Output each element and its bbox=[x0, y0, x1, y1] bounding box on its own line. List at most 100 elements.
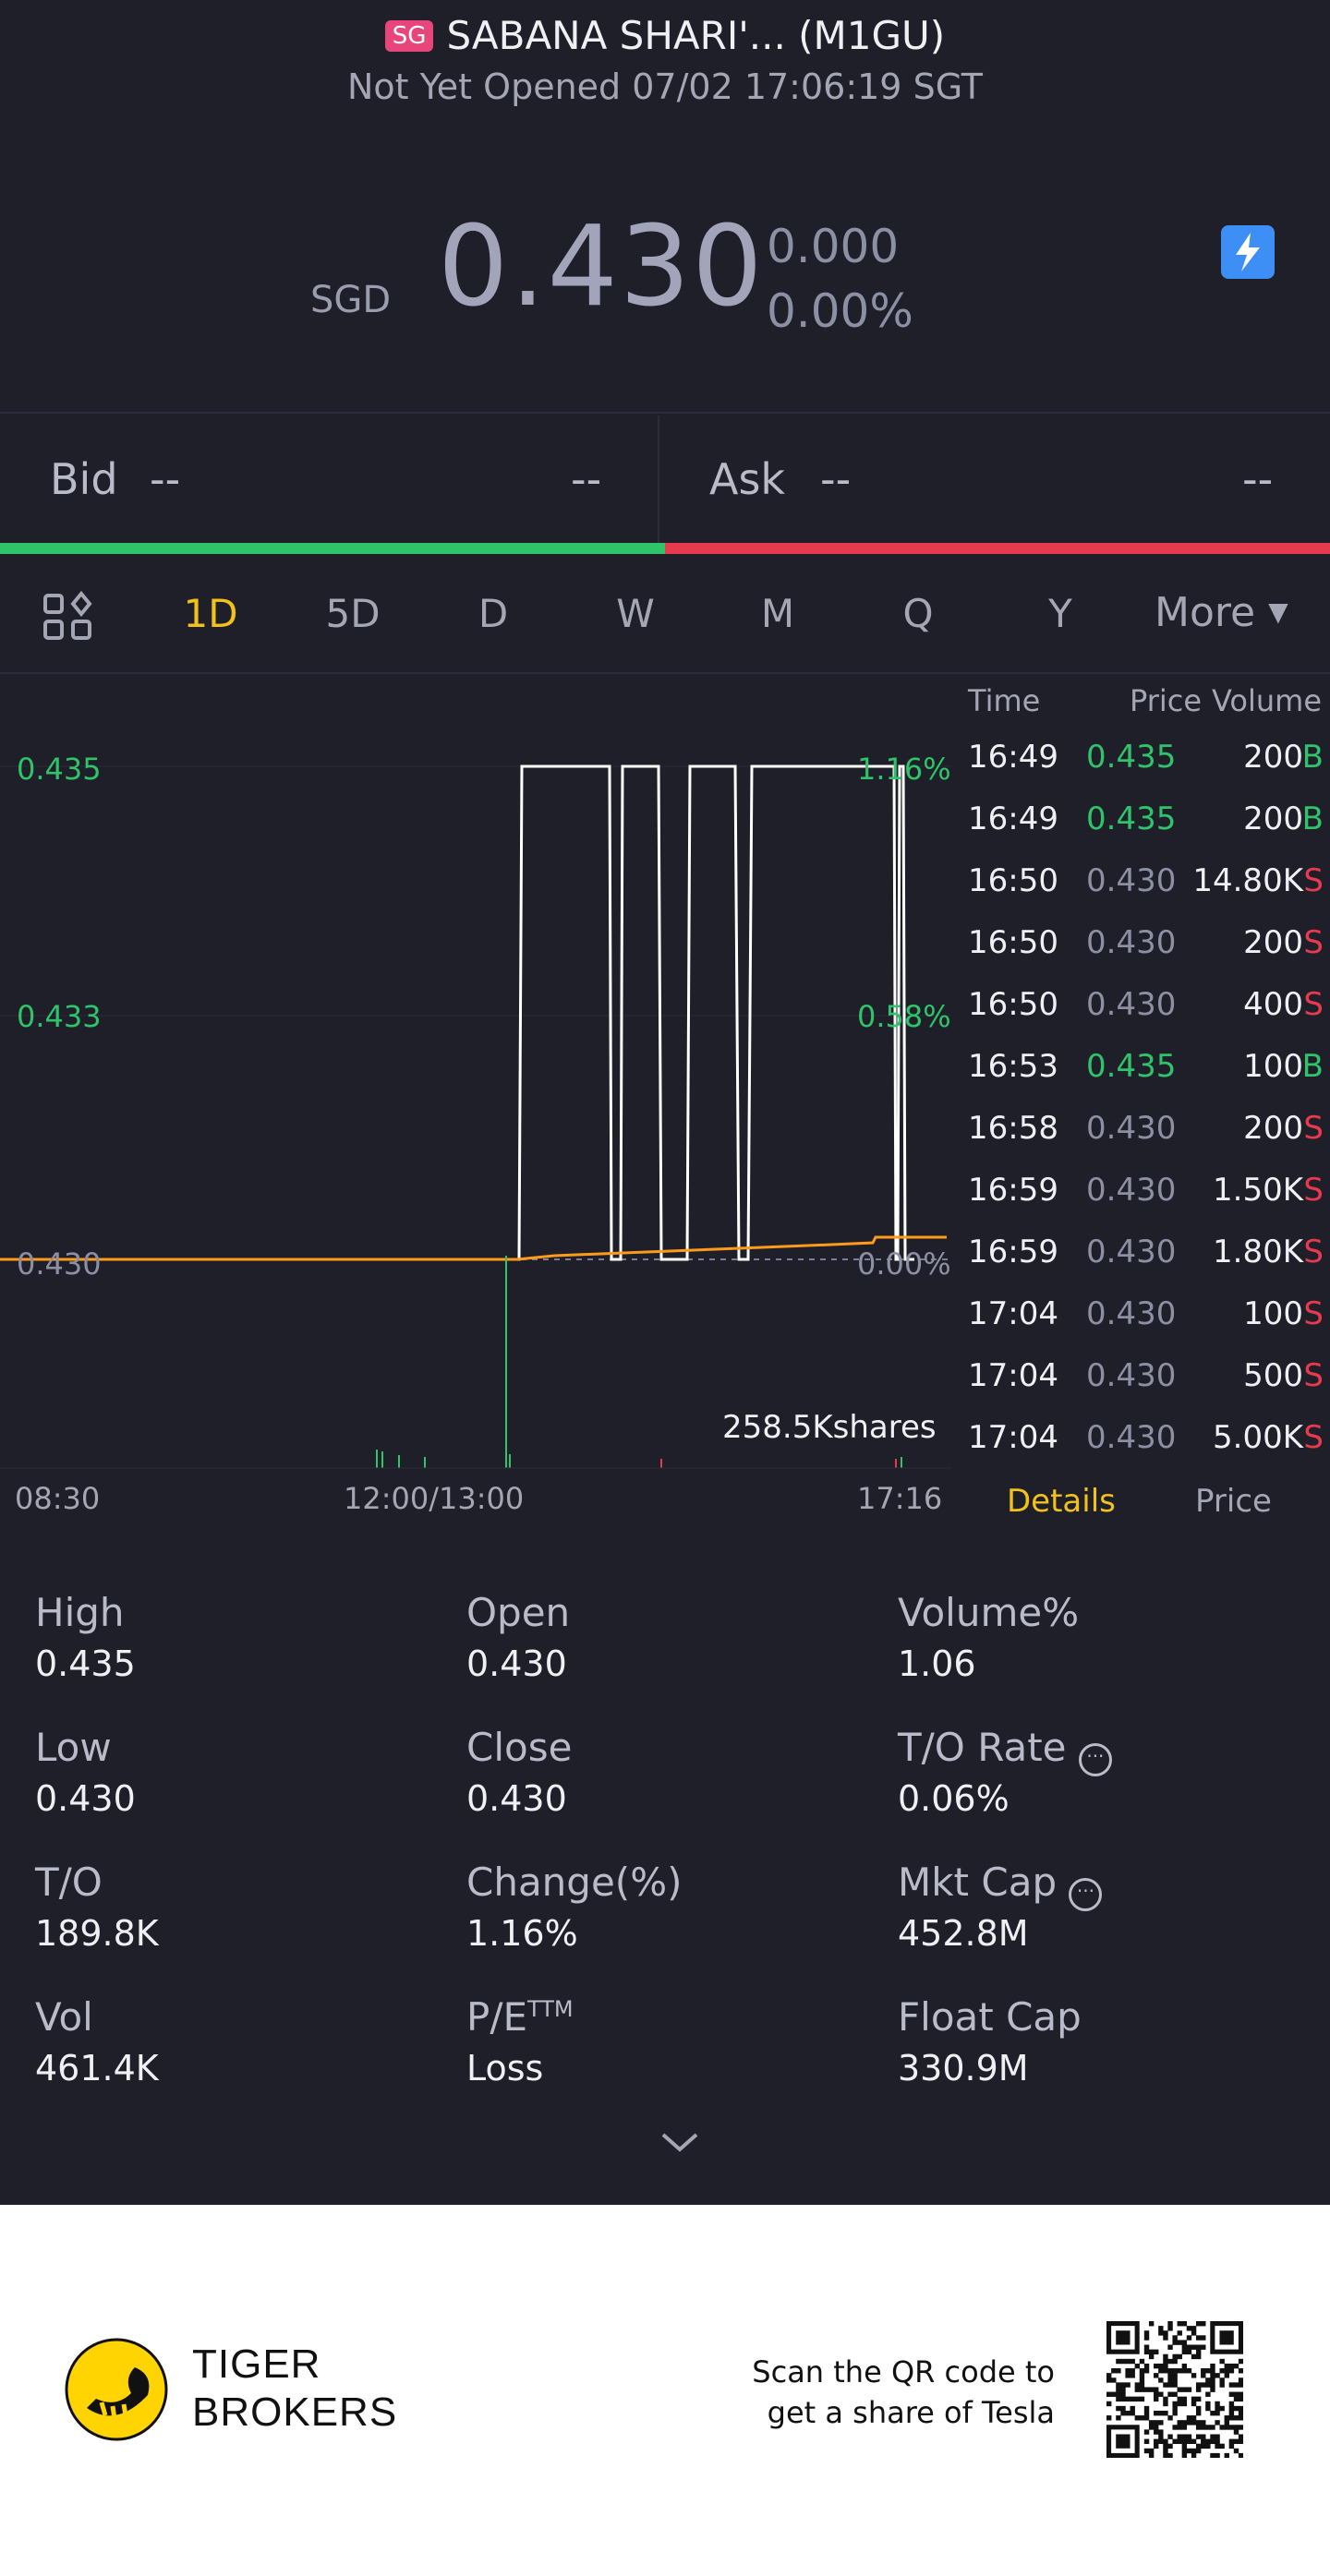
stat-label: Volume% bbox=[898, 1590, 1079, 1635]
trade-volume: 200 bbox=[1243, 800, 1303, 837]
y-tick-right: 1.16% bbox=[857, 752, 951, 787]
stat-label-text: High bbox=[35, 1590, 125, 1635]
ask-label: Ask bbox=[709, 454, 786, 504]
trade-side: S bbox=[1303, 1295, 1324, 1332]
stat-label-text: Change(%) bbox=[466, 1860, 683, 1905]
y-tick-right: 0.58% bbox=[857, 999, 951, 1034]
trade-row: 17:04 0.430 5.00K S bbox=[968, 1419, 1324, 1475]
trades-header-price: Price bbox=[1130, 683, 1203, 718]
trade-volume: 200 bbox=[1243, 739, 1303, 776]
stat-label-text: Mkt Cap bbox=[898, 1860, 1058, 1905]
trade-time: 16:49 bbox=[968, 800, 1058, 837]
ask-volume: -- bbox=[1242, 454, 1274, 504]
stock-name: SABANA SHARI'... (M1GU) bbox=[446, 13, 946, 58]
price-change-percent: 0.00% bbox=[767, 284, 913, 338]
trade-price: 0.430 bbox=[1086, 924, 1177, 961]
info-icon[interactable]: ··· bbox=[1069, 1878, 1103, 1911]
stat-label: Low bbox=[35, 1725, 112, 1770]
tab-m[interactable]: M bbox=[732, 591, 824, 636]
tab-price[interactable]: Price bbox=[1195, 1483, 1272, 1520]
stat-label-text: Open bbox=[466, 1590, 571, 1635]
stat-label: T/O bbox=[35, 1860, 103, 1905]
stat-label-sup: TTM bbox=[527, 1996, 574, 2022]
info-icon[interactable]: ··· bbox=[1078, 1743, 1112, 1776]
stat-label-text: P/E bbox=[466, 1994, 528, 2040]
stock-title: SG SABANA SHARI'... (M1GU) bbox=[0, 13, 1330, 58]
trade-price: 0.435 bbox=[1086, 739, 1177, 776]
trade-row: 16:49 0.435 200 B bbox=[968, 800, 1324, 856]
lightning-icon[interactable] bbox=[1221, 225, 1275, 279]
divider bbox=[658, 415, 659, 545]
scan-text-line2: get a share of Tesla bbox=[767, 2395, 1055, 2430]
trade-side: S bbox=[1303, 986, 1324, 1023]
trade-price: 0.430 bbox=[1086, 1172, 1177, 1209]
tab-y[interactable]: Y bbox=[1014, 591, 1106, 636]
chevron-down-icon[interactable] bbox=[658, 2129, 702, 2161]
trade-time: 17:04 bbox=[968, 1357, 1058, 1394]
trade-time: 17:04 bbox=[968, 1419, 1058, 1456]
trade-volume: 200 bbox=[1243, 1110, 1303, 1147]
trades-header-volume: Volume bbox=[1212, 683, 1323, 718]
trade-time: 16:50 bbox=[968, 986, 1058, 1023]
last-price: 0.430 bbox=[438, 203, 765, 331]
trade-price: 0.430 bbox=[1086, 1419, 1177, 1456]
stat-value: 461.4K bbox=[35, 2048, 159, 2088]
stat-value: 452.8M bbox=[898, 1913, 1029, 1954]
trade-price: 0.435 bbox=[1086, 1048, 1177, 1085]
tab-d[interactable]: D bbox=[447, 591, 539, 636]
stat-label: T/O Rate ··· bbox=[898, 1725, 1112, 1776]
stat-value: 1.06 bbox=[898, 1643, 976, 1684]
trade-volume: 5.00K bbox=[1213, 1419, 1303, 1456]
stat-label-text: Vol bbox=[35, 1994, 93, 2040]
trade-volume: 1.80K bbox=[1213, 1234, 1303, 1270]
trade-volume: 200 bbox=[1243, 924, 1303, 961]
qr-code-icon bbox=[1106, 2321, 1243, 2458]
trade-side: S bbox=[1303, 924, 1324, 961]
trade-time: 16:59 bbox=[968, 1234, 1058, 1270]
trade-volume: 14.80K bbox=[1192, 862, 1303, 899]
stat-label: Open bbox=[466, 1590, 570, 1635]
scan-text-line1: Scan the QR code to bbox=[752, 2354, 1055, 2389]
trade-volume: 400 bbox=[1243, 986, 1303, 1023]
stat-label-text: T/O bbox=[35, 1860, 103, 1905]
trade-time: 17:04 bbox=[968, 1295, 1058, 1332]
stat-value: 1.16% bbox=[466, 1913, 578, 1954]
stat-label: Vol bbox=[35, 1994, 93, 2040]
trade-row: 16:50 0.430 200 S bbox=[968, 924, 1324, 980]
tab-q[interactable]: Q bbox=[872, 591, 964, 636]
tab-1d[interactable]: 1D bbox=[164, 591, 257, 636]
trade-time: 16:50 bbox=[968, 924, 1058, 961]
trade-side: S bbox=[1303, 1357, 1324, 1394]
trade-row: 16:58 0.430 200 S bbox=[968, 1110, 1324, 1165]
tiger-logo-icon bbox=[65, 2338, 168, 2445]
trade-row: 16:53 0.435 100 B bbox=[968, 1048, 1324, 1103]
y-tick-right: 0.00% bbox=[857, 1246, 951, 1282]
ask-strength-bar bbox=[665, 543, 1330, 554]
tab-5d[interactable]: 5D bbox=[307, 591, 399, 636]
trade-volume: 100 bbox=[1243, 1295, 1303, 1332]
market-status: Not Yet Opened 07/02 17:06:19 SGT bbox=[346, 66, 983, 107]
trade-price: 0.435 bbox=[1086, 800, 1177, 837]
tab-details[interactable]: Details bbox=[1007, 1483, 1116, 1520]
trade-side: S bbox=[1303, 862, 1324, 899]
chart-layout-icon[interactable] bbox=[42, 590, 94, 643]
trade-row: 16:59 0.430 1.50K S bbox=[968, 1172, 1324, 1227]
trade-side: S bbox=[1303, 1172, 1324, 1209]
trade-side: S bbox=[1303, 1110, 1324, 1147]
stat-value: 189.8K bbox=[35, 1913, 159, 1954]
tab-more[interactable]: More ▼ bbox=[1155, 589, 1288, 636]
brand-name-line1: TIGER bbox=[192, 2341, 321, 2387]
tab-w[interactable]: W bbox=[589, 591, 682, 636]
trade-price: 0.430 bbox=[1086, 862, 1177, 899]
stat-label: Change(%) bbox=[466, 1860, 682, 1905]
x-tick: 08:30 bbox=[15, 1481, 101, 1516]
price-line bbox=[0, 764, 914, 1261]
trade-price: 0.430 bbox=[1086, 1234, 1177, 1270]
stat-label: High bbox=[35, 1590, 125, 1635]
stat-label: P/ETTM bbox=[466, 1994, 574, 2040]
x-tick: 17:16 bbox=[857, 1481, 943, 1516]
ask-price: -- bbox=[820, 454, 852, 504]
trade-row: 16:50 0.430 400 S bbox=[968, 986, 1324, 1041]
trade-side: S bbox=[1303, 1419, 1324, 1456]
trade-row: 17:04 0.430 100 S bbox=[968, 1295, 1324, 1351]
